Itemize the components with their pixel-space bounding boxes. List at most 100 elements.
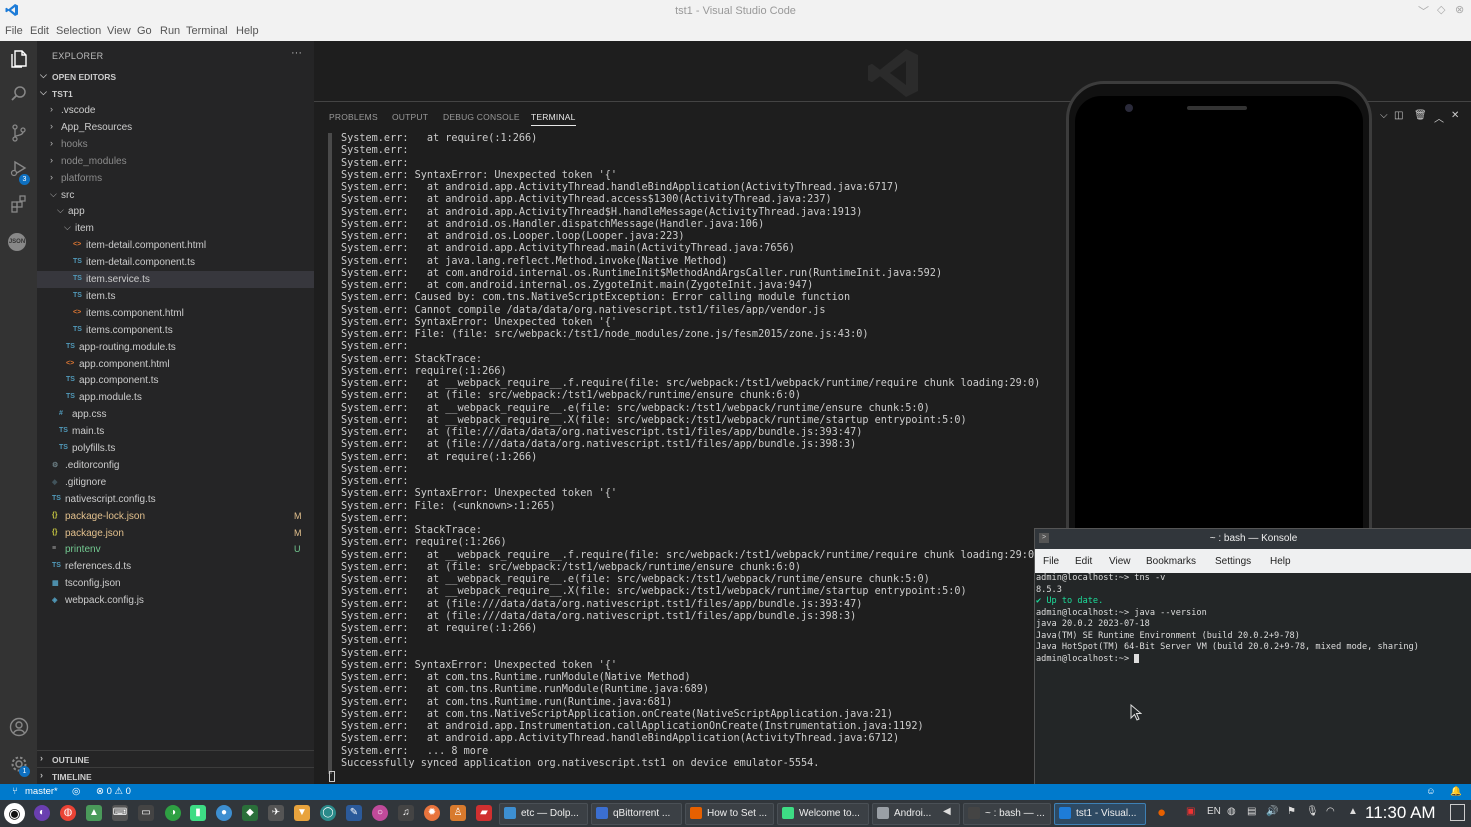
tree-item-item-ts[interactable]: TS item.ts (37, 288, 314, 305)
tree-item-item-detail-component-ts[interactable]: TS item-detail.component.ts (37, 254, 314, 271)
taskbar-task[interactable]: ~ : bash — ... (963, 803, 1051, 825)
konsole-terminal-output[interactable]: admin@localhost:~> tns -v 8.5.3 ✔ Up to da… (1035, 573, 1471, 784)
search-icon[interactable] (8, 85, 29, 106)
konsole-menu-edit[interactable]: Edit (1075, 556, 1092, 567)
tree-item-item-detail-component-html[interactable]: <> item-detail.component.html (37, 237, 314, 254)
volume-icon[interactable]: 🔊 (1266, 806, 1278, 817)
taskbar-task[interactable]: etc — Dolp... (499, 803, 588, 825)
maximize-panel-icon[interactable]: ︿ (1434, 110, 1444, 125)
tree-item-items-component-ts[interactable]: TS items.component.ts (37, 322, 314, 339)
menu-file[interactable]: File (5, 25, 23, 37)
headphones-icon[interactable]: ♫ (398, 805, 414, 821)
editor-icon[interactable]: ✎ (346, 805, 362, 821)
open-editors-section[interactable]: ⌵ OPEN EDITORS (37, 68, 314, 85)
app-bell-icon[interactable]: ♙ (450, 805, 466, 821)
tree-item-app-resources[interactable]: › App_Resources (37, 119, 314, 136)
menu-terminal[interactable]: Terminal (186, 25, 228, 37)
tree-item-app-component-ts[interactable]: TS app.component.ts (37, 372, 314, 389)
account-icon[interactable] (8, 717, 29, 738)
more-actions-icon[interactable]: ··· (291, 47, 302, 59)
taskbar-task[interactable]: qBittorrent ... (591, 803, 682, 825)
opensuse-menu-icon[interactable]: ◉ (4, 803, 25, 824)
problems-indicator[interactable]: ⊗ 0 ⚠ 0 (96, 786, 131, 797)
speaker-icon[interactable]: ◀ (943, 806, 951, 817)
terminal-icon[interactable]: ▭ (138, 805, 154, 821)
menu-go[interactable]: Go (137, 25, 152, 37)
tab-terminal[interactable]: TERMINAL (531, 112, 576, 126)
app-green-icon[interactable]: ◑ (165, 805, 181, 821)
tree-item-app-routing-module-ts[interactable]: TS app-routing.module.ts (37, 339, 314, 356)
app-tray-icon[interactable]: ◍ (1227, 806, 1236, 817)
tree-item-editorconfig[interactable]: ⚙ .editorconfig (37, 457, 314, 474)
menu-view[interactable]: View (107, 25, 131, 37)
tree-item-app-module-ts[interactable]: TS app.module.ts (37, 389, 314, 406)
tab-problems[interactable]: PROBLEMS (329, 112, 378, 122)
konsole-menu-settings[interactable]: Settings (1215, 556, 1251, 567)
chrome-icon[interactable]: ◍ (60, 805, 76, 821)
language-indicator[interactable]: EN (1207, 806, 1221, 817)
git-branch[interactable]: master* (25, 786, 58, 797)
terminal-scrollbar[interactable] (328, 133, 332, 774)
extensions-icon[interactable] (8, 195, 29, 216)
menu-help[interactable]: Help (236, 25, 259, 37)
tree-item-package-lock-json[interactable]: {} package-lock.json M (37, 508, 314, 525)
konsole-window[interactable]: > ~ : bash — Konsole File Edit View Book… (1034, 528, 1471, 784)
tree-item-webpack-config-js[interactable]: ◈ webpack.config.js (37, 592, 314, 609)
tray-expand-icon[interactable]: ▲ (1348, 806, 1358, 817)
tree-item-app[interactable]: ⌵ app (37, 203, 314, 220)
tree-item-node-modules[interactable]: › node_modules (37, 153, 314, 170)
tree-item-references-d-ts[interactable]: TS references.d.ts (37, 558, 314, 575)
bird-icon[interactable]: ✈ (268, 805, 284, 821)
tree-item-src[interactable]: ⌵ src (37, 187, 314, 204)
red-tray-icon[interactable]: ▣ (1186, 806, 1195, 817)
maximize-icon[interactable]: ◇ (1437, 3, 1445, 16)
run-debug-icon[interactable] (8, 159, 29, 180)
image-viewer-icon[interactable]: ▲ (86, 805, 102, 821)
tree-item-item[interactable]: ⌵ item (37, 220, 314, 237)
wifi-icon[interactable]: ◠ (1326, 806, 1335, 817)
json-extension-icon[interactable]: JSON (8, 233, 29, 254)
taskbar-task[interactable]: tst1 - Visual... (1054, 803, 1146, 825)
tor-browser-icon[interactable]: ◐ (34, 805, 50, 821)
app-orange-icon[interactable]: ✹ (424, 805, 440, 821)
app-red-icon[interactable]: ▰ (476, 805, 492, 821)
tab-debug-console[interactable]: DEBUG CONSOLE (443, 112, 520, 122)
tree-item-printenv[interactable]: ≡ printenv U (37, 541, 314, 558)
trash-icon[interactable]: 🗑 (1414, 110, 1427, 121)
tab-output[interactable]: OUTPUT (392, 112, 428, 122)
konsole-menu-help[interactable]: Help (1270, 556, 1291, 567)
tree-item-app-component-html[interactable]: <> app.component.html (37, 356, 314, 373)
app-gem-icon[interactable]: ◆ (242, 805, 258, 821)
show-desktop-icon[interactable] (1450, 804, 1465, 821)
chevron-down-icon[interactable]: ⌵ (1380, 110, 1388, 121)
sync-icon[interactable]: ◎ (72, 786, 80, 797)
git-branch-icon[interactable]: ⑂ (12, 786, 18, 797)
konsole-menu-bookmarks[interactable]: Bookmarks (1146, 556, 1196, 567)
notifications-icon[interactable]: 🔔 (1450, 786, 1462, 797)
vlc-icon[interactable]: ▼ (294, 805, 310, 821)
flag-icon[interactable]: ⚑ (1287, 806, 1296, 817)
timeline-section[interactable]: › TIMELINE (37, 767, 314, 784)
tree-item-app-css[interactable]: # app.css (37, 406, 314, 423)
feedback-icon[interactable]: ☺ (1426, 786, 1436, 797)
signal-icon[interactable]: ◯ (320, 805, 336, 821)
tree-item-vscode[interactable]: › .vscode (37, 102, 314, 119)
taskbar-task[interactable]: How to Set ... (685, 803, 774, 825)
app-pink-icon[interactable]: ○ (372, 805, 388, 821)
tree-item-gitignore[interactable]: ◆ .gitignore (37, 474, 314, 491)
menu-edit[interactable]: Edit (30, 25, 49, 37)
tree-item-nativescript-config-ts[interactable]: TS nativescript.config.ts (37, 491, 314, 508)
microphone-icon[interactable]: 🎙 (1306, 806, 1319, 817)
split-terminal-icon[interactable]: ◫ (1394, 110, 1403, 121)
keyboard-icon[interactable]: ⌨ (112, 805, 128, 821)
explorer-icon[interactable] (8, 49, 29, 70)
outline-section[interactable]: › OUTLINE (37, 750, 314, 767)
clock[interactable]: 11:30 AM (1365, 803, 1436, 823)
tree-item-package-json[interactable]: {} package.json M (37, 525, 314, 542)
emulator-screen[interactable] (1075, 96, 1363, 534)
tree-item-platforms[interactable]: › platforms (37, 170, 314, 187)
android-studio-icon[interactable]: ▮ (190, 805, 206, 821)
firefox-tray-icon[interactable]: ● (1157, 804, 1166, 821)
minimize-icon[interactable]: ﹀ (1418, 3, 1429, 19)
android-emulator-window[interactable] (1066, 81, 1372, 541)
